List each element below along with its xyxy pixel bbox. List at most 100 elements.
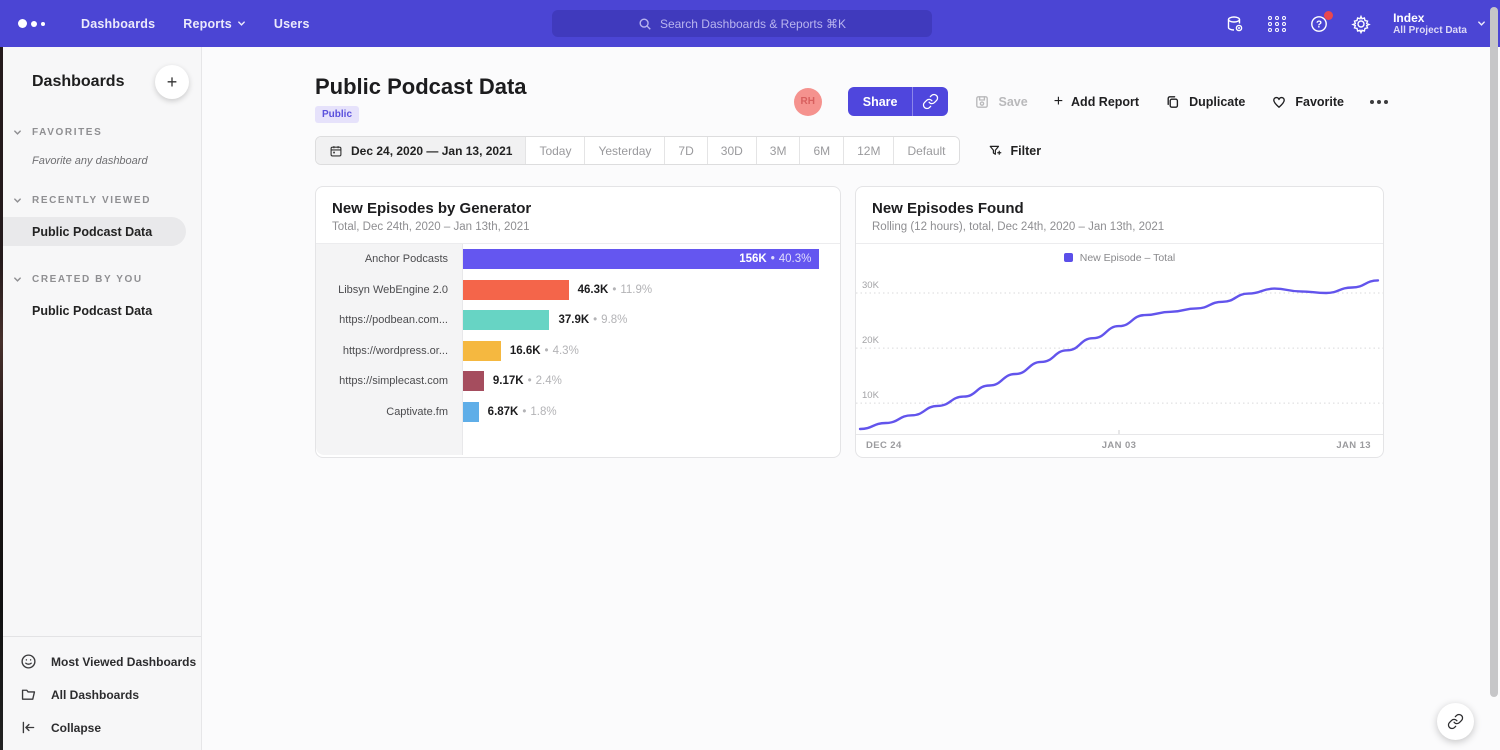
- more-options-button[interactable]: [1370, 100, 1388, 104]
- section-favorites[interactable]: FAVORITES: [0, 127, 201, 138]
- header-actions: RH Share Save + Add Report Duplicate Fav…: [794, 87, 1388, 116]
- date-range-label: Dec 24, 2020 — Jan 13, 2021: [351, 144, 512, 158]
- collapse-sidebar-button[interactable]: Collapse: [0, 711, 201, 744]
- section-label: CREATED BY YOU: [32, 274, 143, 285]
- bar[interactable]: [463, 341, 501, 361]
- link-icon: [922, 93, 939, 110]
- footer-item-label: Collapse: [51, 721, 101, 735]
- project-switcher[interactable]: Index All Project Data: [1393, 11, 1486, 37]
- sidebar-item-public-podcast-data[interactable]: Public Podcast Data: [0, 217, 186, 246]
- date-range-button[interactable]: Dec 24, 2020 — Jan 13, 2021: [316, 137, 525, 164]
- filter-button[interactable]: Filter: [988, 143, 1042, 158]
- line-series-new-episode-total[interactable]: [860, 280, 1378, 429]
- bar-area: 46.3K•11.9%: [463, 280, 840, 300]
- bar-value-label: 6.87K•1.8%: [488, 402, 557, 422]
- all-dashboards-button[interactable]: All Dashboards: [0, 678, 201, 711]
- preset-yesterday[interactable]: Yesterday: [584, 137, 664, 164]
- preset-default[interactable]: Default: [893, 137, 958, 164]
- most-viewed-dashboards-button[interactable]: Most Viewed Dashboards: [0, 645, 201, 678]
- bar-category-label: Captivate.fm: [316, 406, 463, 418]
- footer-item-label: All Dashboards: [51, 688, 139, 702]
- section-created-by-you[interactable]: CREATED BY YOU: [0, 274, 201, 285]
- bar[interactable]: [463, 371, 484, 391]
- add-report-label: Add Report: [1071, 95, 1139, 109]
- preset-6m[interactable]: 6M: [799, 137, 843, 164]
- calendar-icon: [329, 144, 343, 158]
- bar-value-label: 156K•40.3%: [739, 249, 811, 269]
- y-tick-label: 10K: [862, 390, 880, 401]
- filter-label: Filter: [1011, 144, 1042, 158]
- card-new-episodes-found: New Episodes Found Rolling (12 hours), t…: [855, 186, 1384, 458]
- bar-area: 156K•40.3%: [463, 249, 840, 269]
- bar-chart: Anchor Podcasts156K•40.3%Libsyn WebEngin…: [316, 244, 840, 455]
- settings-gear-icon[interactable]: [1351, 14, 1371, 34]
- favorite-label: Favorite: [1295, 95, 1344, 109]
- bar-value-label: 46.3K•11.9%: [578, 280, 652, 300]
- bar-value-label: 9.17K•2.4%: [493, 371, 562, 391]
- preset-12m[interactable]: 12M: [843, 137, 893, 164]
- favorite-button[interactable]: Favorite: [1271, 94, 1344, 110]
- nav-item-reports[interactable]: Reports: [169, 17, 260, 31]
- nav-item-label: Dashboards: [81, 17, 155, 31]
- sidebar: Dashboards + FAVORITES Favorite any dash…: [0, 47, 202, 750]
- collapse-icon: [20, 719, 37, 736]
- preset-3m[interactable]: 3M: [756, 137, 800, 164]
- preset-today[interactable]: Today: [525, 137, 584, 164]
- preset-7d[interactable]: 7D: [664, 137, 706, 164]
- save-label: Save: [998, 95, 1027, 109]
- bar-area: 6.87K•1.8%: [463, 402, 840, 422]
- share-link-button[interactable]: [912, 87, 948, 116]
- card-new-episodes-by-generator: New Episodes by Generator Total, Dec 24t…: [315, 186, 841, 458]
- section-recently-viewed[interactable]: RECENTLY VIEWED: [0, 195, 201, 206]
- line-chart-svg: 10K20K30K: [856, 271, 1383, 434]
- add-dashboard-button[interactable]: +: [155, 65, 189, 99]
- avatar[interactable]: RH: [794, 88, 822, 116]
- chevron-down-icon: [13, 275, 22, 284]
- bar-category-label: https://wordpress.or...: [316, 345, 463, 357]
- chart-legend: New Episode – Total: [856, 244, 1383, 271]
- vertical-scrollbar[interactable]: [1490, 7, 1498, 697]
- bar-category-label: https://podbean.com...: [316, 314, 463, 326]
- bar-row: https://simplecast.com9.17K•2.4%: [316, 366, 840, 397]
- heart-icon: [1271, 94, 1287, 110]
- search-input[interactable]: Search Dashboards & Reports ⌘K: [552, 10, 932, 37]
- save-button[interactable]: Save: [974, 94, 1027, 110]
- search-icon: [638, 17, 652, 31]
- sidebar-item-public-podcast-data[interactable]: Public Podcast Data: [0, 296, 201, 325]
- bar-row: https://podbean.com... 37.9K•9.8%: [316, 305, 840, 336]
- brand-logo-icon[interactable]: [18, 19, 45, 28]
- card-title: New Episodes by Generator: [332, 200, 824, 217]
- public-badge: Public: [315, 106, 359, 123]
- help-icon[interactable]: ?: [1309, 14, 1329, 34]
- footer-item-label: Most Viewed Dashboards: [51, 655, 196, 669]
- main-content: Public Podcast Data Public RH Share Save…: [202, 47, 1500, 750]
- duplicate-label: Duplicate: [1189, 95, 1245, 109]
- share-button[interactable]: Share: [848, 87, 913, 116]
- nav-item-dashboards[interactable]: Dashboards: [67, 17, 169, 31]
- bar[interactable]: [463, 280, 569, 300]
- bar-area: 16.6K•4.3%: [463, 341, 840, 361]
- floating-link-button[interactable]: [1437, 703, 1474, 740]
- nav-item-users[interactable]: Users: [260, 17, 324, 31]
- apps-grid-icon[interactable]: [1267, 14, 1287, 34]
- bar-row: https://wordpress.or...16.6K•4.3%: [316, 336, 840, 367]
- card-subtitle: Rolling (12 hours), total, Dec 24th, 202…: [872, 221, 1367, 233]
- chevron-down-icon: [237, 19, 246, 28]
- add-report-button[interactable]: + Add Report: [1054, 93, 1139, 111]
- bar-value-label: 37.9K•9.8%: [558, 310, 627, 330]
- share-split-button: Share: [848, 87, 949, 116]
- preset-30d[interactable]: 30D: [707, 137, 756, 164]
- bar[interactable]: [463, 402, 479, 422]
- notification-badge: [1324, 11, 1333, 20]
- date-range-control: Dec 24, 2020 — Jan 13, 2021 Today Yester…: [315, 136, 960, 165]
- sidebar-footer: Most Viewed Dashboards All Dashboards Co…: [0, 636, 201, 750]
- section-label: FAVORITES: [32, 127, 102, 138]
- y-tick-label: 20K: [862, 335, 880, 346]
- duplicate-button[interactable]: Duplicate: [1165, 94, 1245, 110]
- bar[interactable]: [463, 310, 549, 330]
- card-subtitle: Total, Dec 24th, 2020 – Jan 13th, 2021: [332, 221, 824, 233]
- data-sources-icon[interactable]: [1225, 14, 1245, 34]
- window-edge-artifact: [0, 47, 3, 750]
- bar-row: Anchor Podcasts 156K•40.3%: [316, 244, 840, 275]
- bar-category-label: Anchor Podcasts: [316, 253, 463, 265]
